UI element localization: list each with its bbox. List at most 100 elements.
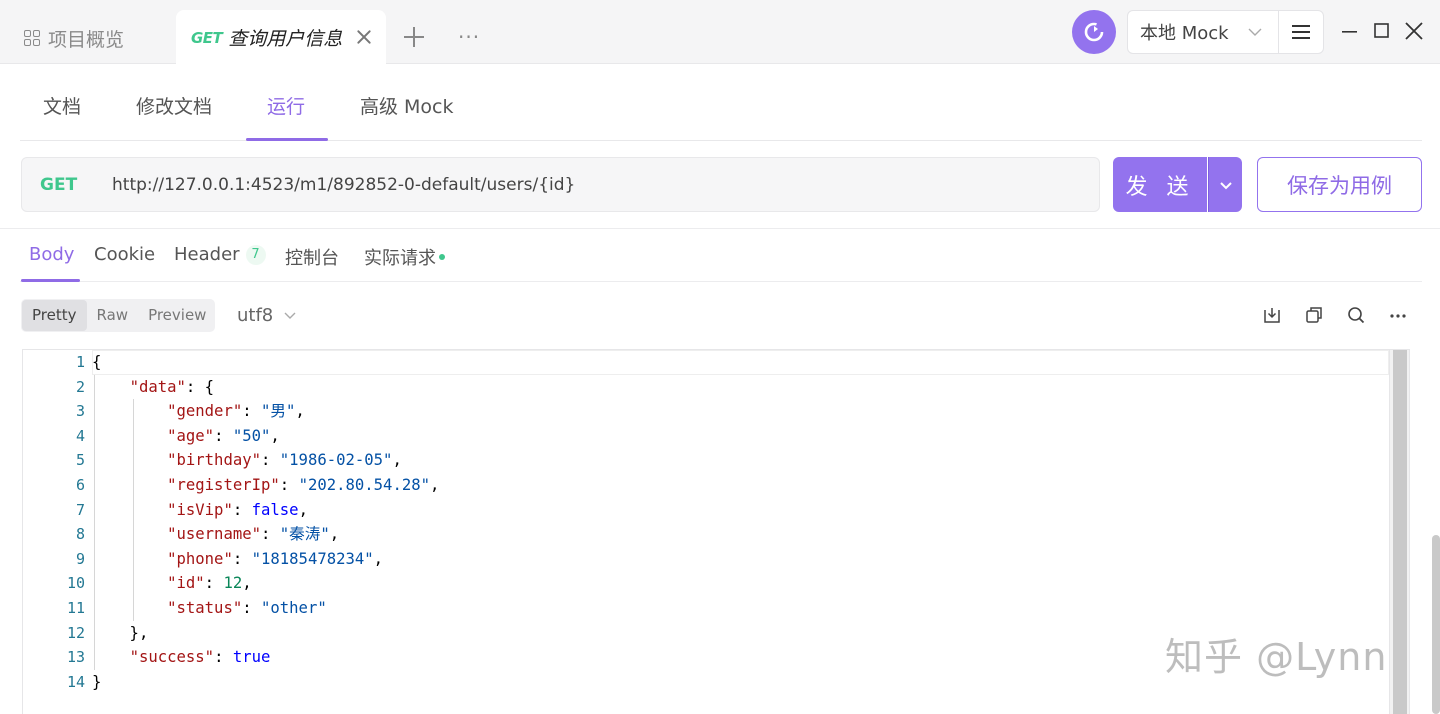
view-mode-segmented-control: Pretty Raw Preview: [21, 299, 215, 332]
window-controls: [1340, 20, 1424, 42]
json-string: "50": [232, 426, 271, 445]
json-key: "registerIp": [167, 475, 280, 494]
active-tab-underline: [246, 138, 328, 141]
plus-icon[interactable]: [403, 26, 425, 48]
line-number: 4: [75, 426, 85, 445]
close-window-icon[interactable]: [1404, 20, 1424, 42]
tab-project-overview[interactable]: 项目概览: [24, 24, 124, 52]
sync-button[interactable]: [1072, 10, 1116, 54]
code-line: "age": "50",: [167, 426, 280, 445]
editor-scrollbar-thumb[interactable]: [1393, 350, 1407, 714]
editor-scrollbar[interactable]: [1389, 350, 1409, 714]
json-string: "other": [261, 598, 327, 617]
code-line: "data": {: [129, 377, 215, 396]
view-mode-preview[interactable]: Preview: [138, 300, 216, 331]
code-line: "isVip": false,: [167, 500, 308, 519]
view-mode-raw[interactable]: Raw: [87, 300, 139, 331]
line-number: 3: [75, 402, 85, 421]
grid-icon: [24, 30, 40, 46]
json-key: "gender": [167, 402, 243, 421]
json-key: "status": [167, 598, 243, 617]
line-number: 8: [75, 525, 85, 544]
line-number: 10: [66, 574, 85, 593]
send-options-button[interactable]: [1208, 157, 1242, 212]
tab-actual-request[interactable]: 实际请求: [364, 244, 445, 270]
json-key: "success": [129, 648, 215, 667]
response-toolbar: [1262, 304, 1408, 326]
send-button[interactable]: 发 送: [1113, 157, 1207, 212]
chevron-down-icon: [284, 312, 296, 319]
json-string: "男": [261, 402, 296, 421]
code-line: "username": "秦涛",: [167, 525, 340, 544]
view-mode-pretty[interactable]: Pretty: [22, 300, 87, 331]
line-number: 7: [75, 500, 85, 519]
subtab-docs[interactable]: 文档: [43, 92, 81, 119]
header-count-badge: 7: [245, 245, 266, 265]
line-number: 13: [66, 648, 85, 667]
json-string: "18185478234": [251, 549, 374, 568]
subtab-edit-docs[interactable]: 修改文档: [136, 92, 212, 119]
minimize-icon[interactable]: [1340, 20, 1360, 42]
json-boolean: false: [251, 500, 299, 519]
tab-actual-request-label: 实际请求: [364, 248, 436, 269]
line-number: 12: [66, 623, 85, 642]
code-line: "id": 12,: [167, 574, 252, 593]
code-line: "phone": "18185478234",: [167, 549, 384, 568]
request-method[interactable]: GET: [22, 175, 112, 195]
line-number-gutter: 1 2 3 4 5 6 7 8 9 10 11 12 13 14: [23, 350, 91, 694]
line-number: 14: [66, 672, 85, 691]
code-line: {: [92, 350, 1389, 375]
status-dot: [439, 254, 445, 260]
subtab-advanced-mock[interactable]: 高级 Mock: [360, 92, 454, 119]
line-number: 6: [75, 475, 85, 494]
json-key: "isVip": [167, 500, 233, 519]
maximize-icon[interactable]: [1372, 20, 1392, 42]
code-line: "gender": "男",: [167, 402, 305, 421]
json-boolean: true: [232, 648, 271, 667]
page-scrollbar-thumb[interactable]: [1432, 535, 1440, 714]
watermark: 知乎 @Lynn: [1165, 635, 1388, 679]
json-key: "age": [167, 426, 215, 445]
sync-icon: [1084, 22, 1104, 42]
close-icon[interactable]: [354, 27, 374, 47]
more-horizontal-icon[interactable]: [1388, 304, 1408, 326]
code-line: "birthday": "1986-02-05",: [167, 451, 402, 470]
environment-select-value: 本地 Mock: [1140, 23, 1229, 44]
tab-header[interactable]: Header 7: [174, 244, 266, 265]
encoding-select-value: utf8: [237, 305, 274, 326]
subtab-run[interactable]: 运行: [267, 92, 305, 119]
tab-cookie[interactable]: Cookie: [94, 244, 155, 265]
line-number: 9: [75, 549, 85, 568]
save-as-case-button[interactable]: 保存为用例: [1257, 157, 1422, 212]
tab-method-badge: GET: [191, 28, 223, 47]
copy-icon[interactable]: [1304, 304, 1324, 326]
json-key: "birthday": [167, 451, 261, 470]
json-number: 12: [223, 574, 243, 593]
more-horizontal-icon[interactable]: ···: [458, 27, 480, 47]
response-tabs: Body Cookie Header 7 控制台 实际请求: [20, 229, 1422, 282]
json-string: "秦涛": [279, 525, 330, 544]
request-url-bar: GET http://127.0.0.1:4523/m1/892852-0-de…: [21, 157, 1100, 212]
json-key: "data": [129, 377, 186, 396]
tab-query-user-info[interactable]: GET 查询用户信息: [176, 10, 386, 65]
encoding-select[interactable]: utf8: [237, 305, 297, 326]
tab-console[interactable]: 控制台: [285, 244, 339, 270]
json-string: "202.80.54.28": [298, 475, 430, 494]
request-url-input[interactable]: http://127.0.0.1:4523/m1/892852-0-defaul…: [112, 175, 575, 195]
search-icon[interactable]: [1346, 304, 1366, 326]
environment-select[interactable]: 本地 Mock: [1127, 10, 1279, 54]
code-line: "registerIp": "202.80.54.28",: [167, 475, 440, 494]
menu-button[interactable]: [1279, 10, 1324, 54]
tab-title: 查询用户信息: [228, 28, 343, 50]
line-number: 2: [75, 377, 85, 396]
api-sub-tabs: 文档 修改文档 运行 高级 Mock: [20, 66, 1422, 141]
tab-body[interactable]: Body: [29, 244, 74, 265]
tab-project-overview-label: 项目概览: [48, 28, 125, 51]
active-tab-underline: [21, 279, 80, 282]
menu-icon: [1292, 25, 1310, 39]
json-key: "id": [167, 574, 205, 593]
line-number: 1: [75, 353, 85, 371]
json-string: "1986-02-05": [279, 451, 393, 470]
top-tab-bar: 项目概览 GET 查询用户信息 ··· 本地 Mock: [0, 0, 1440, 65]
download-icon[interactable]: [1262, 304, 1282, 326]
